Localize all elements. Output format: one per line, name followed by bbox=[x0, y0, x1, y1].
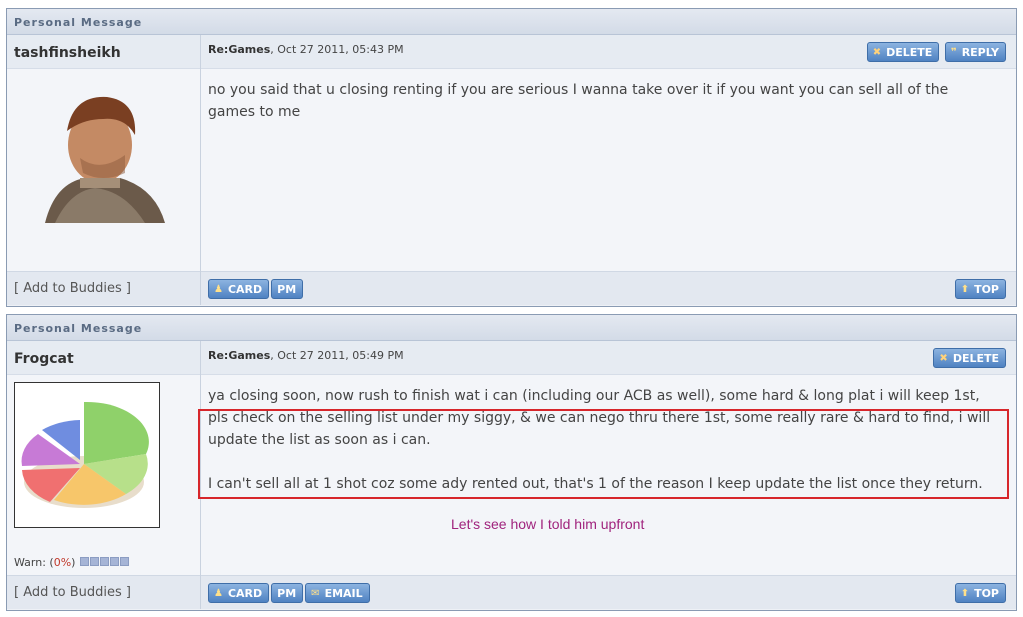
message-date: , Oct 27 2011, 05:43 PM bbox=[270, 43, 404, 56]
top-button[interactable]: ⬆ TOP bbox=[954, 583, 1006, 603]
top-button[interactable]: ⬆ TOP bbox=[954, 279, 1006, 299]
warn-percent: 0% bbox=[53, 556, 72, 569]
reply-button[interactable]: ❞ REPLY bbox=[944, 42, 1006, 62]
message-block-1: Personal Message tashfinsheikh [ Add to … bbox=[6, 8, 1017, 307]
arrow-up-icon: ⬆ bbox=[960, 283, 970, 295]
message-block-2: Personal Message Frogcat Warn: (0%) [Ad… bbox=[6, 314, 1017, 611]
pm-button[interactable]: PM bbox=[271, 583, 304, 603]
avatar-cell: Warn: (0%) bbox=[7, 375, 200, 575]
add-to-buddies-link[interactable]: [ Add to Buddies ] bbox=[7, 575, 200, 609]
message-header: Personal Message bbox=[7, 315, 1016, 341]
user-icon: ♟ bbox=[214, 283, 223, 295]
warn-bar-square bbox=[99, 557, 109, 566]
warn-bar-square bbox=[109, 557, 119, 566]
warn-level: Warn: (0%) bbox=[14, 556, 129, 569]
message-footer: ♟ CARD PM ✉ EMAIL ⬆ TOP bbox=[201, 575, 1016, 609]
annotation-text: Let's see how I told him upfront bbox=[451, 516, 645, 532]
message-body: no you said that u closing renting if yo… bbox=[201, 69, 1016, 271]
message-subject-line: Re:Games, Oct 27 2011, 05:49 PM ✖ DELETE bbox=[201, 341, 1016, 375]
close-icon: ✖ bbox=[939, 352, 948, 364]
card-button[interactable]: ♟ CARD bbox=[208, 583, 270, 603]
warn-bar-square bbox=[119, 557, 129, 566]
body-line: ya closing soon, now rush to finish wat … bbox=[208, 388, 980, 404]
body-line: no you said that u closing renting if yo… bbox=[208, 82, 949, 98]
user-icon: ♟ bbox=[214, 587, 223, 599]
avatar bbox=[25, 83, 165, 223]
message-body: ya closing soon, now rush to finish wat … bbox=[198, 375, 1016, 575]
card-button[interactable]: ♟ CARD bbox=[208, 279, 270, 299]
body-line: games to me bbox=[208, 104, 301, 120]
message-footer: ♟ CARD PM ⬆ TOP bbox=[201, 271, 1016, 305]
message-subject: Re:Games bbox=[208, 349, 271, 362]
warn-bar-square bbox=[89, 557, 99, 566]
arrow-up-icon: ⬆ bbox=[960, 587, 970, 599]
warn-bar-square bbox=[79, 557, 89, 566]
email-button[interactable]: ✉ EMAIL bbox=[305, 583, 370, 603]
delete-button[interactable]: ✖ DELETE bbox=[866, 42, 940, 62]
avatar-cell bbox=[7, 69, 200, 271]
quote-icon: ❞ bbox=[950, 46, 957, 58]
message-date: , Oct 27 2011, 05:49 PM bbox=[270, 349, 404, 362]
avatar bbox=[14, 382, 160, 528]
message-subject-line: Re:Games, Oct 27 2011, 05:43 PM ✖ DELETE … bbox=[201, 35, 1016, 69]
envelope-icon: ✉ bbox=[311, 587, 320, 599]
close-icon: ✖ bbox=[872, 46, 882, 58]
delete-button[interactable]: ✖ DELETE bbox=[933, 348, 1006, 368]
pm-button[interactable]: PM bbox=[271, 279, 304, 299]
author-name[interactable]: Frogcat bbox=[7, 341, 200, 375]
author-name[interactable]: tashfinsheikh bbox=[7, 35, 200, 69]
add-to-buddies-link[interactable]: [ Add to Buddies ] bbox=[7, 271, 200, 305]
message-header: Personal Message bbox=[7, 9, 1016, 35]
highlight-box bbox=[198, 409, 1009, 499]
message-subject: Re:Games bbox=[208, 43, 271, 56]
